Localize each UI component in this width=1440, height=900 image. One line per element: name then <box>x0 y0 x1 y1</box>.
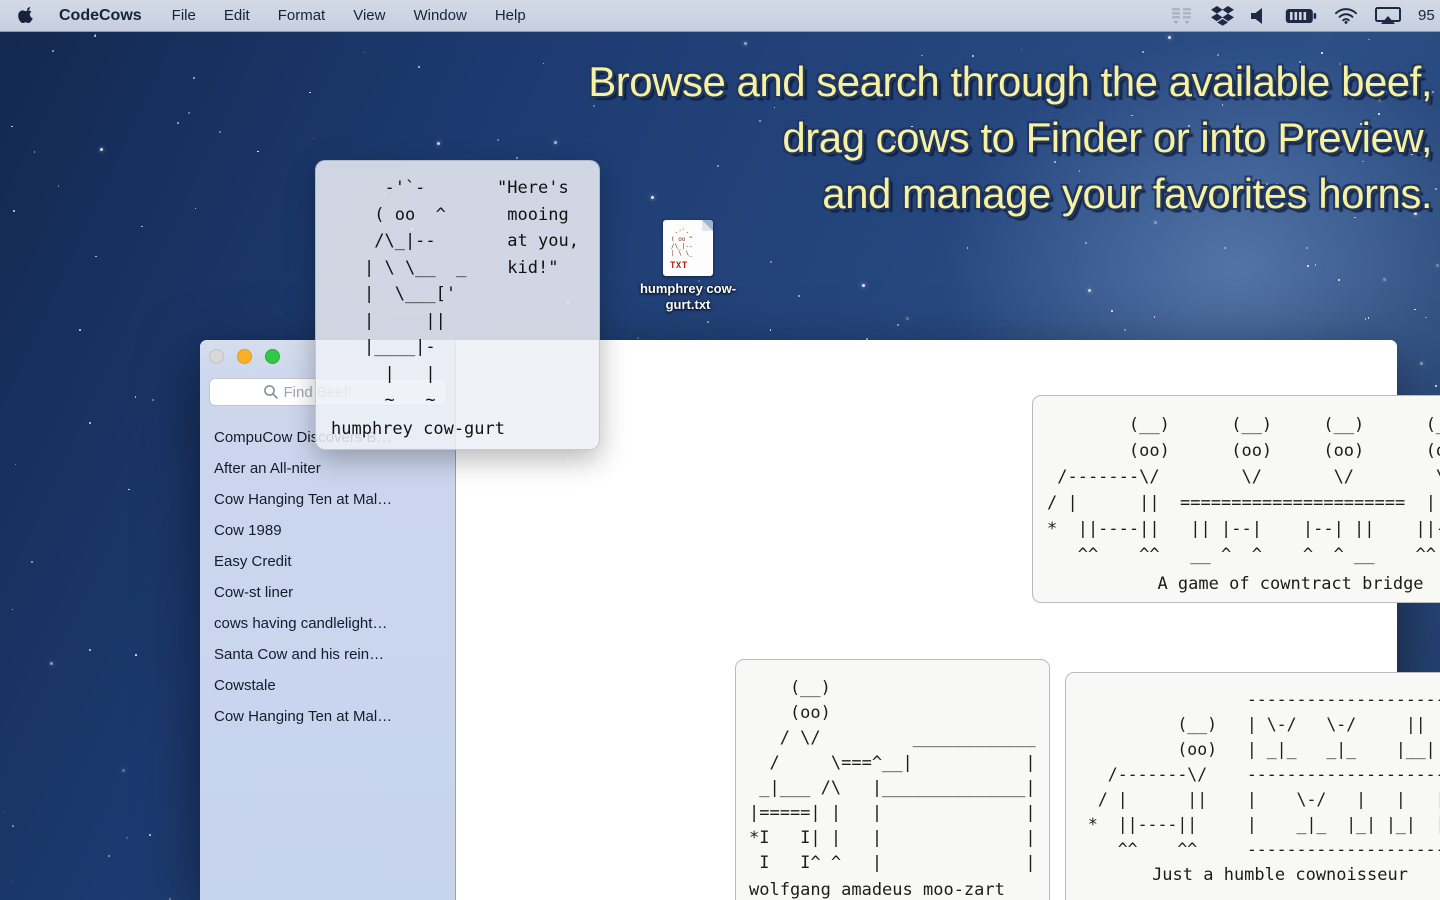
cow-list: CompuCow Discovers B… After an All-niter… <box>200 422 455 732</box>
menu-format[interactable]: Format <box>278 7 326 24</box>
tagline-line-3: and manage your favorites horns. <box>588 166 1432 222</box>
drag-preview: -'`- "Here's ( oo ^ mooing /\_|-- at you… <box>315 160 600 450</box>
list-item[interactable]: Cow Hanging Ten at Mal… <box>200 484 455 515</box>
list-item[interactable]: Cow-st liner <box>200 577 455 608</box>
drag-preview-art: -'`- "Here's ( oo ^ mooing /\_|-- at you… <box>364 175 579 414</box>
dropbox-icon[interactable] <box>1211 5 1234 26</box>
wifi-icon[interactable] <box>1334 7 1358 24</box>
mini-cow-art: -'`- ( oo ^ /\_|-- | \ \_ <box>671 229 713 257</box>
menu-bar: CodeCows File Edit Format View Window He… <box>0 0 1440 32</box>
txt-document-icon[interactable]: -'`- ( oo ^ /\_|-- | \ \_ TXT <box>663 220 713 276</box>
menu-window[interactable]: Window <box>413 7 466 24</box>
list-item[interactable]: cows having candlelight… <box>200 608 455 639</box>
list-item[interactable]: Cowstale <box>200 670 455 701</box>
txt-badge: TXT <box>670 261 688 271</box>
ascii-art: (__) (oo) / \/ ____________ / \===^__| |… <box>749 676 1036 876</box>
apple-menu[interactable] <box>18 6 35 26</box>
page-fold <box>702 220 713 231</box>
menu-help[interactable]: Help <box>495 7 526 24</box>
cow-art-panel-cownoisseur[interactable]: ------------------------ (__) | \-/ \-/ … <box>1065 672 1440 900</box>
battery-icon[interactable] <box>1285 8 1317 24</box>
list-item[interactable]: Cow 1989 <box>200 515 455 546</box>
list-item[interactable]: Easy Credit <box>200 546 455 577</box>
cow-art-panel-bridge[interactable]: (__) (__) (__) (__) (oo) (oo) (oo) (oo) … <box>1032 395 1440 603</box>
cow-art-caption: Just a humble cownoisseur <box>1078 865 1440 885</box>
desktop-file-icon[interactable]: -'`- ( oo ^ /\_|-- | \ \_ TXT humphrey c… <box>618 220 758 313</box>
menu-view[interactable]: View <box>353 7 385 24</box>
window-controls <box>209 349 280 364</box>
desktop-icon-label: humphrey cow- gurt.txt <box>618 281 758 313</box>
search-icon <box>263 384 279 400</box>
cow-art-panel-moozart[interactable]: (__) (oo) / \/ ____________ / \===^__| |… <box>735 659 1050 900</box>
tagline-line-1: Browse and search through the available … <box>588 54 1432 110</box>
close-button[interactable] <box>209 349 224 364</box>
minimize-button[interactable] <box>237 349 252 364</box>
ascii-art: (__) (__) (__) (__) (oo) (oo) (oo) (oo) … <box>1047 412 1440 568</box>
battery-percent-text: 95 <box>1418 7 1440 24</box>
stats-bars-icon[interactable] <box>1170 6 1194 26</box>
cow-art-caption: wolfgang amadeus moo-zart <box>749 880 1036 900</box>
menu-file[interactable]: File <box>172 7 196 24</box>
tagline-line-2: drag cows to Finder or into Preview, <box>588 110 1432 166</box>
list-item[interactable]: After an All-niter <box>200 453 455 484</box>
apple-logo-icon <box>18 6 35 26</box>
menu-edit[interactable]: Edit <box>224 7 250 24</box>
zoom-button[interactable] <box>265 349 280 364</box>
desktop: Browse and search through the available … <box>0 0 1440 900</box>
ascii-art: ------------------------ (__) | \-/ \-/ … <box>1078 687 1440 862</box>
list-item[interactable]: Cow Hanging Ten at Mal… <box>200 701 455 732</box>
list-item[interactable]: Santa Cow and his rein… <box>200 639 455 670</box>
cow-art-caption: A game of cowntract bridge <box>1047 574 1440 594</box>
airplay-display-icon[interactable] <box>1375 7 1401 25</box>
app-menu-title[interactable]: CodeCows <box>59 7 142 25</box>
tutorial-tagline: Browse and search through the available … <box>588 54 1432 222</box>
volume-icon[interactable] <box>1251 8 1268 24</box>
drag-preview-label: humphrey cow-gurt <box>331 419 505 439</box>
